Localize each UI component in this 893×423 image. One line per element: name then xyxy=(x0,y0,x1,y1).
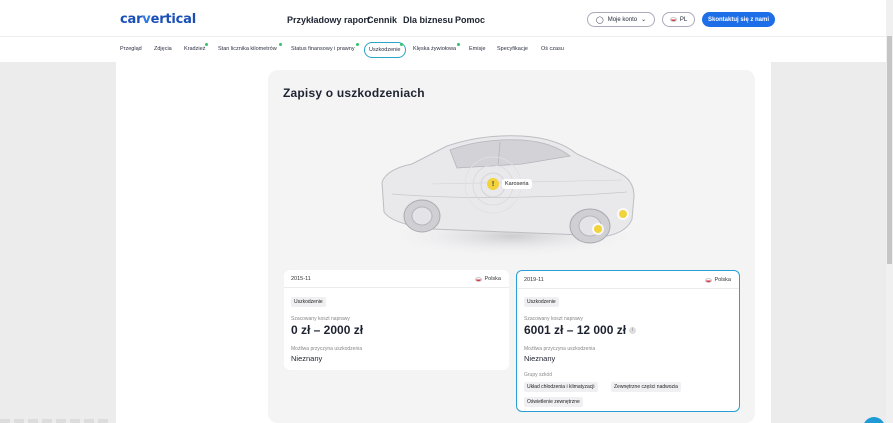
warning-icon: ! xyxy=(487,178,499,190)
damage-cause-value: Nieznany xyxy=(524,354,556,363)
damage-cause-label: Możliwa przyczyna uszkodzenia xyxy=(524,346,596,352)
nav-sample-report[interactable]: Przykładowy raport xyxy=(287,15,370,25)
subnav-photos[interactable]: Zdjęcia xyxy=(154,46,172,52)
damage-group-chip: Układ chłodzenia i klimatyzacji xyxy=(524,382,598,392)
subnav-overview[interactable]: Przegląd xyxy=(120,46,142,52)
record-country: Polska xyxy=(475,276,501,282)
top-header: carvertical Przykładowy raport Cennik Dl… xyxy=(0,0,886,36)
report-section-nav: Przegląd Zdjęcia Kradzież Stan licznika … xyxy=(0,36,886,62)
status-dot xyxy=(400,43,403,46)
carvertical-logo[interactable]: carvertical xyxy=(120,12,196,27)
nav-business[interactable]: Dla biznesu xyxy=(403,15,453,25)
status-dot xyxy=(457,43,460,46)
nav-pricing[interactable]: Cennik xyxy=(367,15,397,25)
subnav-theft[interactable]: Kradzież xyxy=(184,46,205,52)
status-dot xyxy=(279,43,282,46)
car-illustration xyxy=(372,124,642,264)
chat-widget-button[interactable] xyxy=(863,417,885,423)
subnav-odometer[interactable]: Stan licznika kilometrów xyxy=(218,46,277,52)
info-icon[interactable]: i xyxy=(629,327,637,335)
damage-type-chip: Uszkodzenie xyxy=(291,297,326,307)
marker-label: Karoseria xyxy=(502,179,532,189)
repair-cost-value: 6001 zł – 12 000 zł i xyxy=(524,323,637,337)
status-dot xyxy=(205,43,208,46)
subnav-timeline[interactable]: Oś czasu xyxy=(541,46,564,52)
section-title: Zapisy o uszkodzeniach xyxy=(283,86,425,100)
poland-flag-icon xyxy=(705,277,713,283)
damage-groups-label: Grupy szkód xyxy=(524,372,553,378)
chevron-down-icon: ⌄ xyxy=(641,17,647,23)
footer-decoration xyxy=(0,419,110,423)
subnav-specifications[interactable]: Specyfikacje xyxy=(497,46,528,52)
language-label: PL xyxy=(679,16,688,23)
record-date: 2015-11 xyxy=(291,276,311,282)
damage-type-chip: Uszkodzenie xyxy=(524,297,559,307)
card-header: 2019-11 Polska xyxy=(517,271,739,289)
damage-group-chip: Zewnętrzne części nadwozia xyxy=(611,382,681,392)
record-country: Polska xyxy=(705,277,731,283)
card-header: 2015-11 Polska xyxy=(284,270,509,288)
repair-cost-label: Szacowany koszt naprawy xyxy=(291,316,350,322)
nav-help[interactable]: Pomoc xyxy=(455,15,485,25)
damage-record-card-selected[interactable]: 2019-11 Polska Uszkodzenie Szacowany kos… xyxy=(516,270,740,412)
repair-cost-label: Szacowany koszt naprawy xyxy=(524,316,583,322)
my-account-label: Moje konto xyxy=(607,16,638,23)
damage-cause-label: Możliwa przyczyna uszkodzenia xyxy=(291,346,363,352)
repair-cost-value: 0 zł – 2000 zł xyxy=(291,323,364,337)
subnav-financial-legal[interactable]: Status finansowy i prawny xyxy=(291,46,355,52)
damage-group-chip: Oświetlenie zewnętrzne xyxy=(524,397,583,407)
status-dot xyxy=(356,43,359,46)
record-date: 2019-11 xyxy=(524,277,544,283)
subnav-emissions[interactable]: Emisje xyxy=(469,46,486,52)
damage-marker-body[interactable]: ! Karoseria xyxy=(487,178,532,190)
poland-flag-icon xyxy=(475,276,483,282)
scrollbar-thumb[interactable] xyxy=(887,36,892,264)
damage-record-card[interactable]: 2015-11 Polska Uszkodzenie Szacowany kos… xyxy=(284,270,509,370)
poland-flag-icon xyxy=(669,17,677,22)
contact-us-button[interactable]: Skontaktuj się z nami xyxy=(702,12,775,27)
language-button[interactable]: PL xyxy=(662,12,695,27)
damage-cause-value: Nieznany xyxy=(291,354,323,363)
my-account-button[interactable]: ◯ Moje konto ⌄ xyxy=(587,12,655,27)
subnav-natural-disaster[interactable]: Klęska żywiołowa xyxy=(413,46,456,52)
user-icon: ◯ xyxy=(595,16,604,24)
